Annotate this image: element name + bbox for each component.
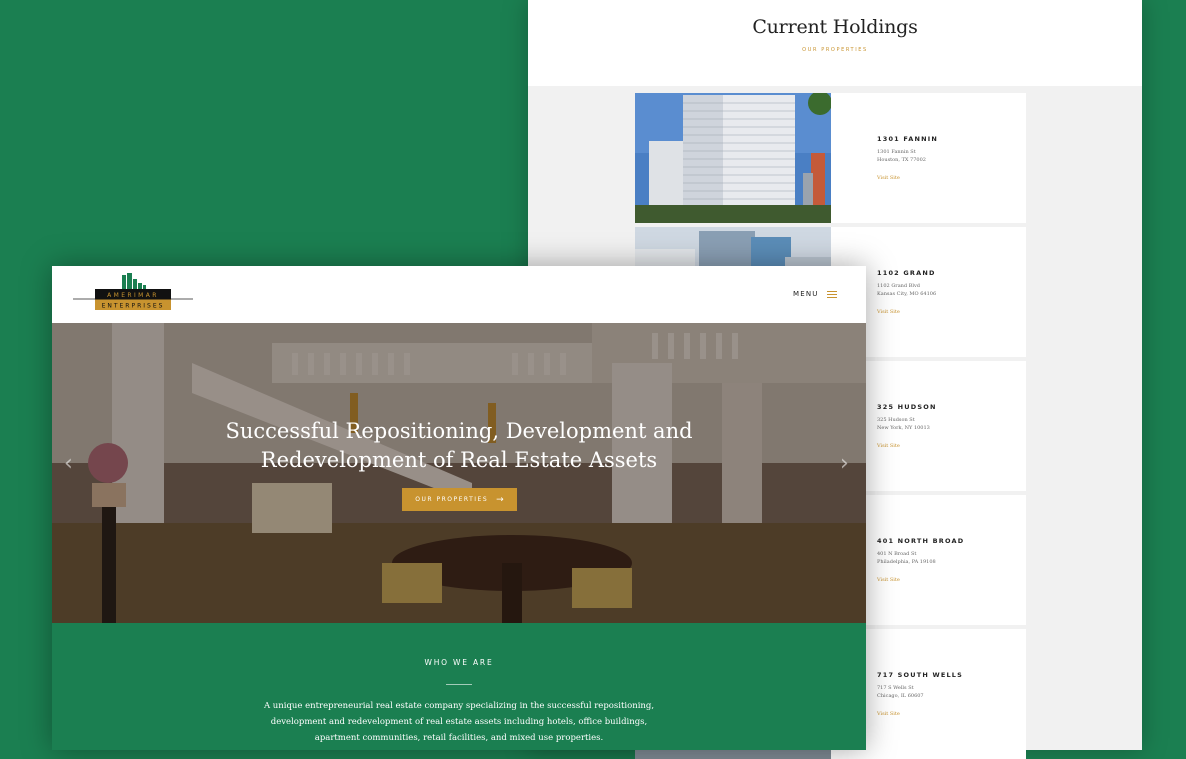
carousel-next-icon[interactable]: › [840, 451, 849, 476]
menu-label: MENU [793, 290, 819, 298]
property-city: Kansas City, MO 64106 [877, 290, 937, 297]
our-properties-button[interactable]: OUR PROPERTIES → [402, 488, 517, 511]
logo-name: AMERIMAR [107, 292, 159, 299]
property-city: Philadelphia, PA 19108 [877, 558, 936, 565]
property-city: New York, NY 10013 [877, 424, 930, 431]
menu-button[interactable]: MENU [793, 290, 837, 298]
property-city: Chicago, IL 60607 [877, 692, 924, 699]
property-address: 1301 Fannin St [877, 149, 916, 155]
arrow-right-icon: → [496, 494, 504, 505]
property-city: Houston, TX 77002 [877, 156, 926, 163]
property-name: 717 SOUTH WELLS [877, 671, 964, 679]
property-address: 1102 Grand Blvd [877, 283, 920, 289]
visit-site-link[interactable]: Visit Site [877, 577, 964, 583]
property-address: 717 S Wells St [877, 685, 914, 691]
section-text: A unique entrepreneurial real estate com… [263, 701, 655, 743]
home-page: AMERIMAR ENTERPRISES MENU ‹ › Successful… [52, 266, 866, 750]
visit-site-link[interactable]: Visit Site [877, 443, 937, 449]
visit-site-link[interactable]: Visit Site [877, 175, 938, 181]
hero-title: Successful Repositioning, Development an… [225, 419, 693, 472]
property-address: 401 N Broad St [877, 551, 917, 557]
amerimar-logo[interactable]: AMERIMAR ENTERPRISES [73, 273, 193, 313]
page-subtitle: OUR PROPERTIES [802, 47, 868, 53]
hero-banner: ‹ › Successful Repositioning, Developmen… [52, 323, 866, 623]
section-title: WHO WE ARE [424, 658, 494, 667]
page-title: Current Holdings [752, 16, 918, 38]
logo-tagline: ENTERPRISES [102, 303, 165, 310]
holdings-header: Current Holdings OUR PROPERTIES [528, 0, 1142, 86]
property-address: 325 Hudson St [877, 417, 915, 423]
cta-label: OUR PROPERTIES [415, 496, 489, 503]
property-name: 401 NORTH BROAD [877, 537, 965, 545]
property-photo [635, 93, 831, 223]
property-name: 1301 FANNIN [877, 135, 939, 143]
visit-site-link[interactable]: Visit Site [877, 309, 936, 315]
property-card[interactable]: 1301 FANNIN 1301 Fannin St Houston, TX 7… [635, 93, 1026, 223]
who-we-are-section: WHO WE ARE A unique entrepreneurial real… [52, 623, 866, 750]
property-name: 325 HUDSON [877, 403, 937, 411]
visit-site-link[interactable]: Visit Site [877, 711, 963, 717]
site-header: AMERIMAR ENTERPRISES MENU [52, 266, 866, 323]
property-name: 1102 GRAND [877, 269, 936, 277]
carousel-prev-icon[interactable]: ‹ [64, 451, 73, 476]
section-divider [446, 684, 472, 685]
hamburger-icon [826, 290, 837, 298]
